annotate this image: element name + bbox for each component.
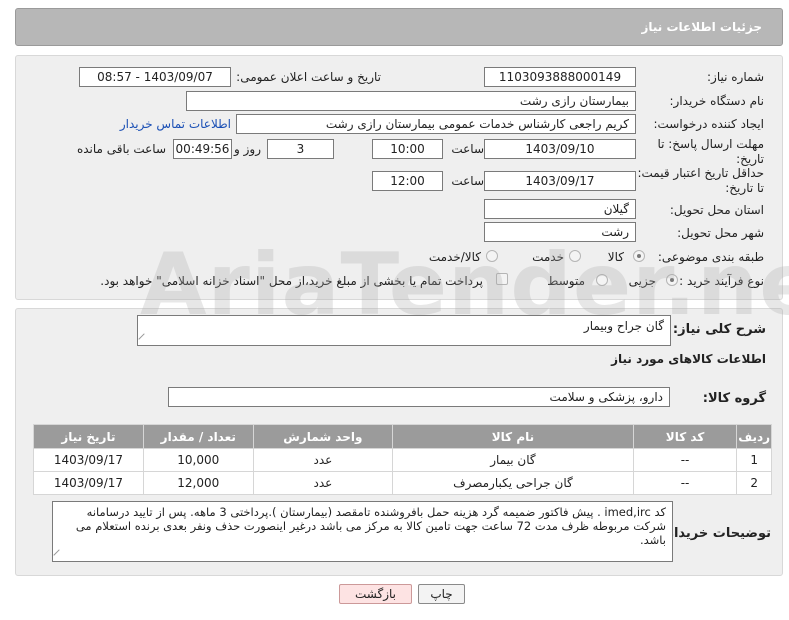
cell-quantity: 10,000 bbox=[142, 448, 254, 472]
cell-name: گان جراحی یکبارمصرف bbox=[392, 471, 634, 495]
buyer-contact-link[interactable]: اطلاعات تماس خریدار bbox=[120, 117, 231, 131]
need-number-field[interactable]: 1103093888000149 bbox=[484, 67, 636, 87]
goods-group-label: گروه کالا: bbox=[702, 391, 766, 406]
deadline-label: مهلت ارسال پاسخ: تا تاریخ: bbox=[657, 137, 764, 166]
goods-group-field[interactable]: دارو، پزشکی و سلامت bbox=[168, 387, 670, 407]
table-row[interactable]: 1 -- گان بیمار عدد 10,000 1403/09/17 bbox=[33, 448, 772, 472]
validity-label: حداقل تاریخ اعتبار قیمت: تا تاریخ: bbox=[637, 166, 764, 195]
cell-row: 2 bbox=[736, 471, 772, 495]
summary-text: گان جراح وبیمار bbox=[583, 319, 664, 333]
col-name: نام کالا bbox=[392, 424, 634, 449]
cell-code: -- bbox=[632, 471, 738, 495]
buyer-org-field[interactable]: بیمارستان رازی رشت bbox=[186, 91, 636, 111]
page-header: جزئیات اطلاعات نیاز bbox=[15, 8, 783, 46]
announce-label: تاریخ و ساعت اعلان عمومی: bbox=[236, 70, 381, 84]
table-header-row: ردیف کد کالا نام کالا واحد شمارش تعداد /… bbox=[33, 424, 772, 449]
buyer-notes-label: توضیحات خریدار: bbox=[661, 526, 771, 541]
province-label: استان محل تحویل: bbox=[669, 203, 764, 217]
cell-need-date: 1403/09/17 bbox=[33, 448, 144, 472]
summary-textarea[interactable]: گان جراح وبیمار bbox=[137, 315, 671, 346]
col-code: کد کالا bbox=[632, 424, 738, 449]
col-quantity: تعداد / مقدار bbox=[142, 424, 254, 449]
deadline-time-label: ساعت bbox=[451, 142, 484, 156]
col-row: ردیف bbox=[736, 424, 772, 449]
cell-row: 1 bbox=[736, 448, 772, 472]
buyer-notes-text: کد imed,irc . پیش فاکتور ضمیمه گرد هزینه… bbox=[75, 505, 666, 547]
need-number-label: شماره نیاز: bbox=[707, 70, 764, 84]
print-button[interactable]: چاپ bbox=[418, 584, 465, 604]
page-title: جزئیات اطلاعات نیاز bbox=[641, 20, 762, 34]
buyer-notes-textarea[interactable]: کد imed,irc . پیش فاکتور ضمیمه گرد هزینه… bbox=[52, 501, 673, 562]
days-field[interactable]: 3 bbox=[267, 139, 334, 159]
province-field[interactable]: گیلان bbox=[484, 199, 636, 219]
remaining-time-field[interactable]: 00:49:56 bbox=[173, 139, 232, 159]
goods-table: ردیف کد کالا نام کالا واحد شمارش تعداد /… bbox=[33, 424, 772, 495]
buyer-org-label: نام دستگاه خریدار: bbox=[669, 94, 765, 108]
validity-time-field[interactable]: 12:00 bbox=[372, 171, 443, 191]
announce-datetime-field[interactable]: 1403/09/07 - 08:57 bbox=[79, 67, 231, 87]
col-need-date: تاریخ نیاز bbox=[33, 424, 144, 449]
col-unit: واحد شمارش bbox=[252, 424, 394, 449]
back-button[interactable]: بازگشت bbox=[339, 584, 412, 604]
cell-need-date: 1403/09/17 bbox=[33, 471, 144, 495]
remaining-label: ساعت باقی مانده bbox=[76, 142, 166, 156]
deadline-time-field[interactable]: 10:00 bbox=[372, 139, 443, 159]
goods-info-title: اطلاعات کالاهای مورد نیاز bbox=[611, 352, 766, 366]
resize-grip-icon[interactable] bbox=[138, 333, 150, 345]
validity-time-label: ساعت bbox=[451, 174, 484, 188]
deadline-date-field[interactable]: 1403/09/10 bbox=[484, 139, 636, 159]
summary-label: شرح کلی نیاز: bbox=[672, 322, 766, 337]
days-label: روز و bbox=[234, 142, 261, 156]
resize-grip-icon[interactable] bbox=[53, 549, 65, 561]
creator-field[interactable]: کریم راجعی کارشناس خدمات عمومی بیمارستان… bbox=[236, 114, 636, 134]
cell-quantity: 12,000 bbox=[142, 471, 254, 495]
cell-unit: عدد bbox=[252, 448, 394, 472]
cell-unit: عدد bbox=[252, 471, 394, 495]
cell-code: -- bbox=[632, 448, 738, 472]
validity-date-field[interactable]: 1403/09/17 bbox=[484, 171, 636, 191]
creator-label: ایجاد کننده درخواست: bbox=[653, 117, 764, 131]
cell-name: گان بیمار bbox=[392, 448, 634, 472]
table-row[interactable]: 2 -- گان جراحی یکبارمصرف عدد 12,000 1403… bbox=[33, 471, 772, 495]
